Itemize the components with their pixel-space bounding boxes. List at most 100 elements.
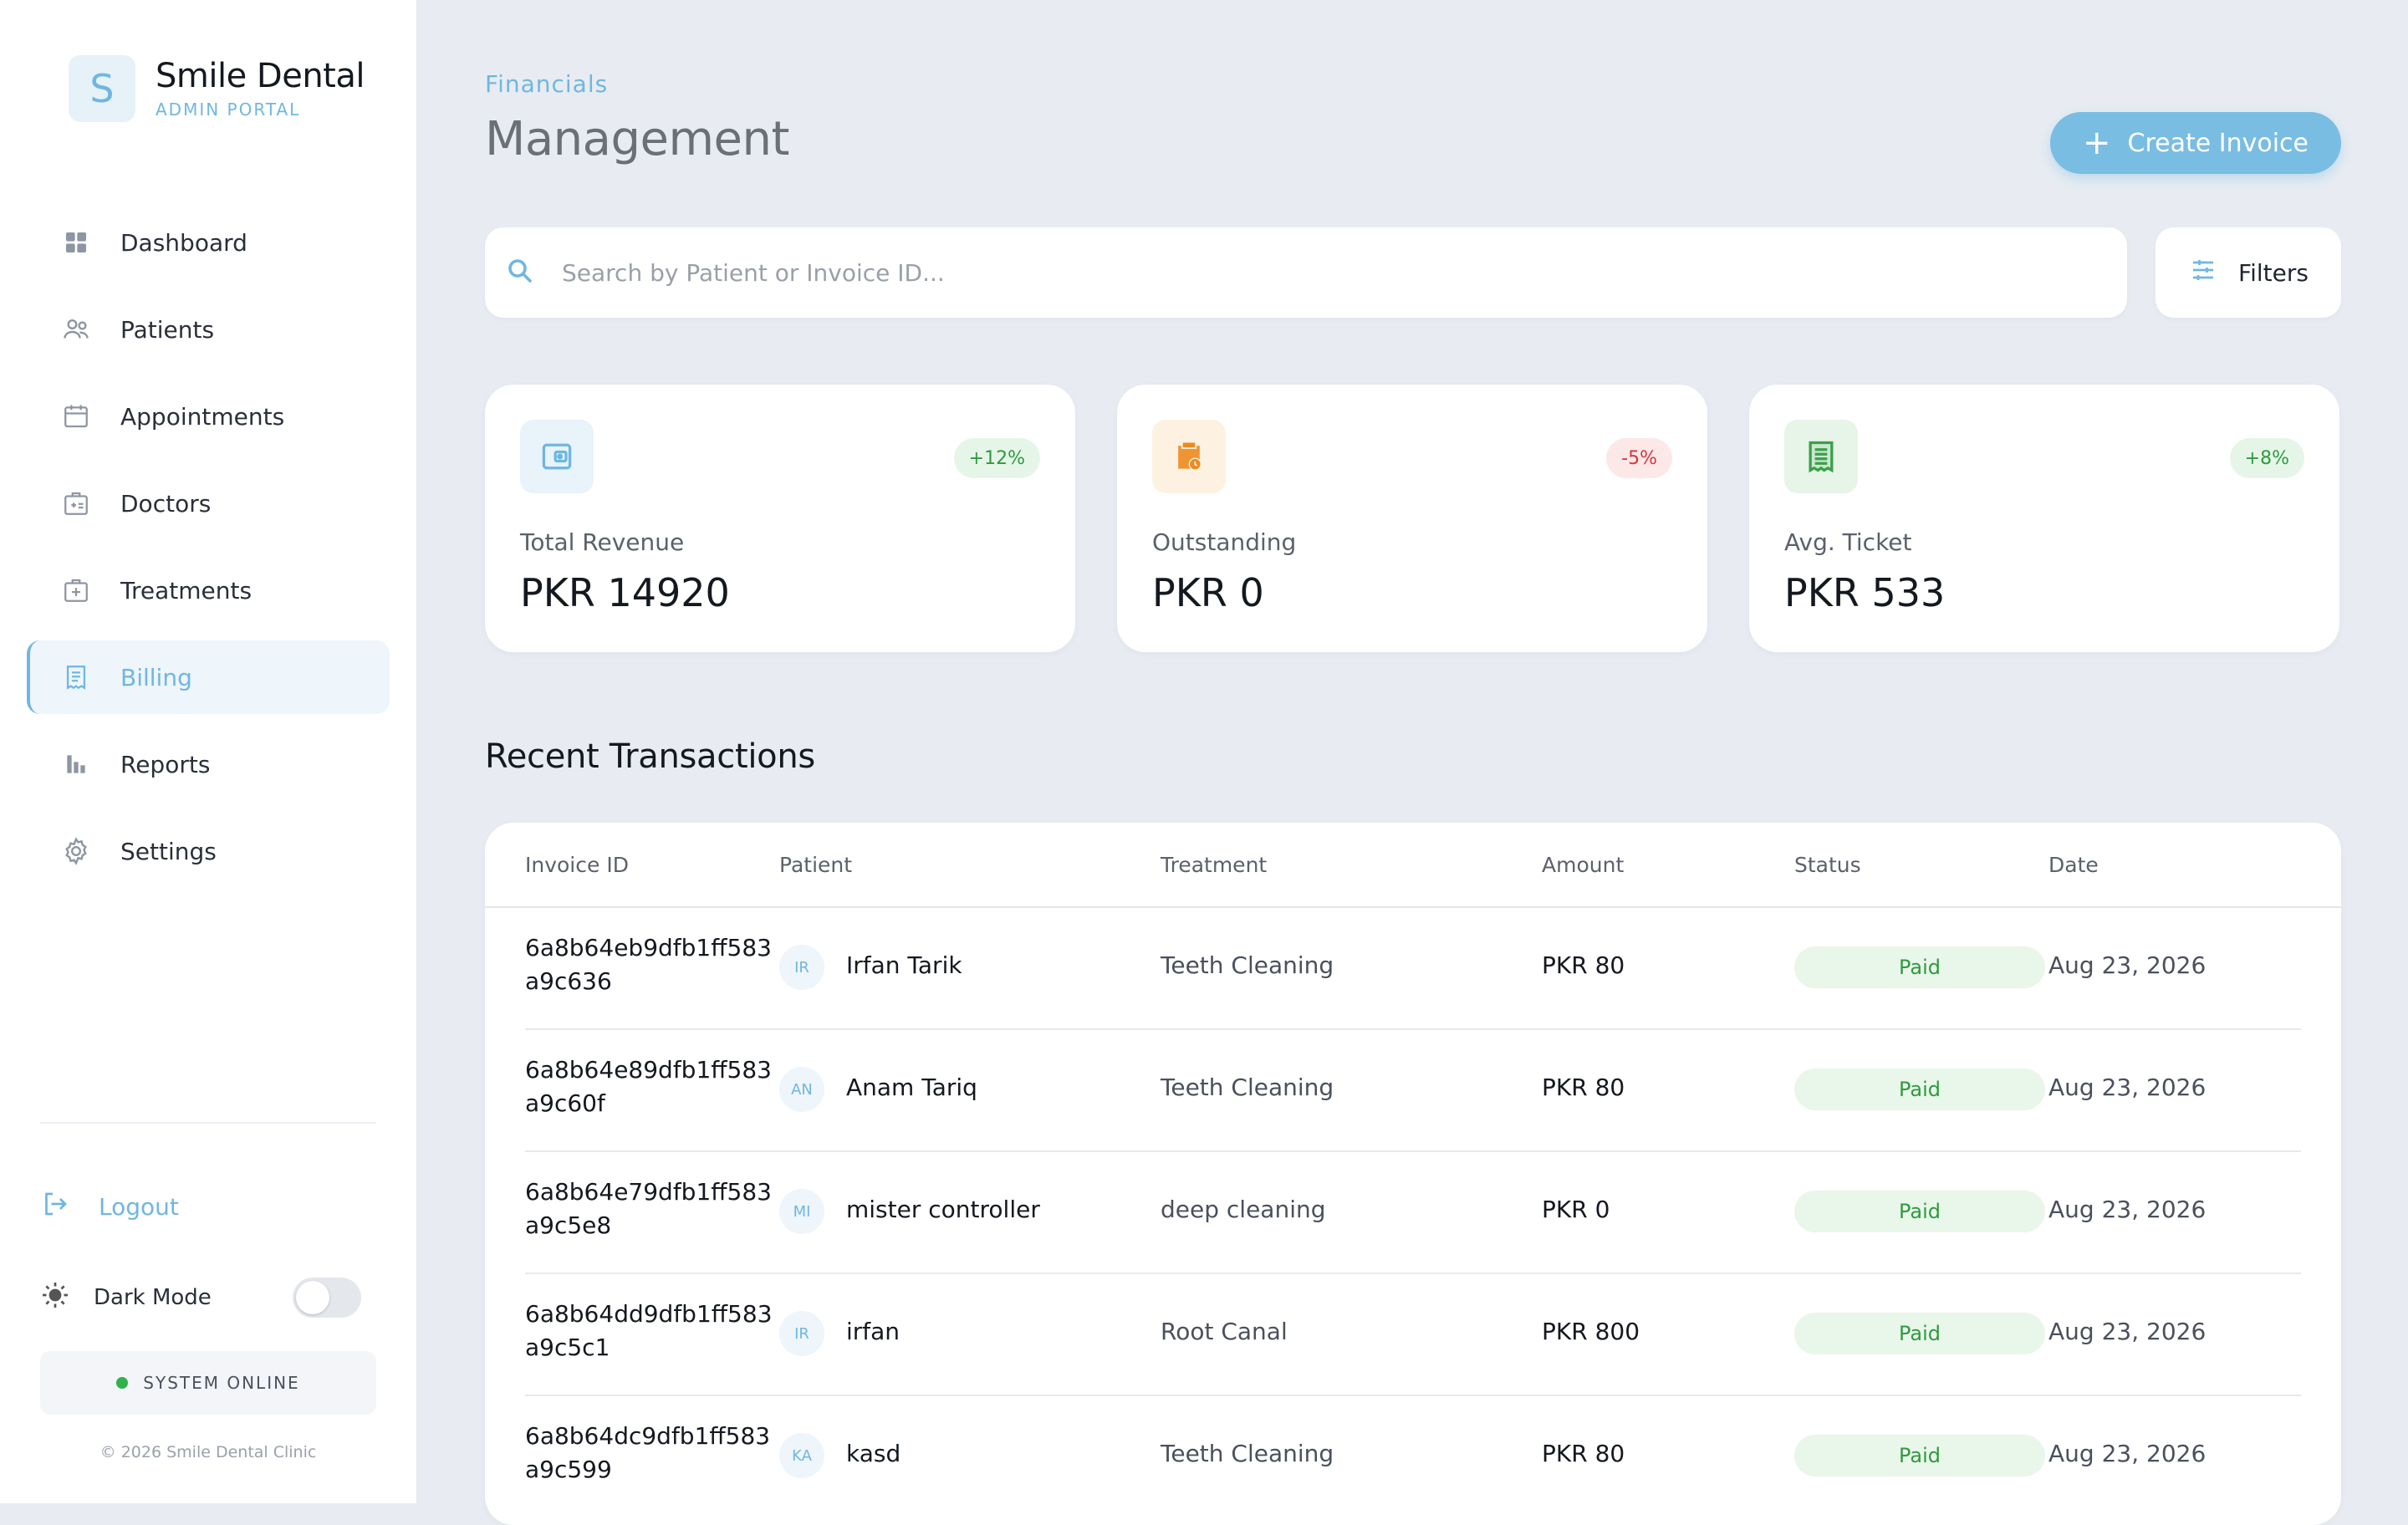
- stat-value: PKR 14920: [520, 570, 730, 615]
- treatment: Teeth Cleaning: [1161, 1074, 1334, 1101]
- status-badge: Paid: [1794, 1313, 2045, 1354]
- filters-label: Filters: [2238, 258, 2309, 287]
- invoice-id: 6a8b64dc9dfb1ff583a9c599: [525, 1422, 771, 1483]
- table-row[interactable]: 6a8b64dd9dfb1ff583a9c5c1 IR irfan Root C…: [525, 1273, 2301, 1396]
- brand[interactable]: S Smile Dental ADMIN PORTAL: [69, 55, 365, 122]
- doctor-badge-icon: [60, 487, 92, 519]
- logout-icon: [40, 1189, 70, 1225]
- status-badge: Paid: [1794, 946, 2045, 988]
- search-icon: [505, 256, 535, 289]
- column-header[interactable]: Status: [1794, 853, 1861, 877]
- grid-icon: [60, 227, 92, 258]
- page-title: Management: [485, 112, 789, 166]
- table-row[interactable]: 6a8b64e79dfb1ff583a9c5e8 MI mister contr…: [525, 1150, 2301, 1274]
- table-row[interactable]: 6a8b64dc9dfb1ff583a9c599 KA kasd Teeth C…: [525, 1395, 2301, 1517]
- sidebar-item-settings[interactable]: Settings: [27, 814, 390, 888]
- status-badge: Paid: [1794, 1191, 2045, 1232]
- gear-icon: [60, 835, 92, 867]
- patient-name: mister controller: [846, 1196, 1040, 1223]
- avatar: AN: [779, 1067, 824, 1112]
- amount: PKR 800: [1542, 1318, 1640, 1345]
- sidebar-item-label: Reports: [120, 750, 211, 778]
- amount: PKR 80: [1542, 951, 1625, 979]
- table-row[interactable]: 6a8b64e89dfb1ff583a9c60f AN Anam Tariq T…: [525, 1028, 2301, 1152]
- dark-mode-toggle[interactable]: [293, 1278, 361, 1318]
- transactions-table: Invoice ID Patient Treatment Amount Stat…: [485, 823, 2341, 1525]
- amount: PKR 80: [1542, 1074, 1625, 1101]
- sidebar-item-reports[interactable]: Reports: [27, 727, 390, 801]
- receipt-icon: [60, 661, 92, 693]
- date: Aug 23, 2026: [2048, 1196, 2206, 1223]
- create-invoice-button[interactable]: + Create Invoice: [2050, 112, 2341, 174]
- system-status: SYSTEM ONLINE: [40, 1351, 376, 1415]
- column-header[interactable]: Amount: [1542, 853, 1624, 877]
- date: Aug 23, 2026: [2048, 951, 2206, 979]
- change-badge: +8%: [2229, 438, 2304, 478]
- brand-subtitle: ADMIN PORTAL: [156, 99, 301, 120]
- patient-name: kasd: [846, 1440, 901, 1467]
- avatar: IR: [779, 1311, 824, 1356]
- column-header[interactable]: Invoice ID: [525, 853, 629, 877]
- patient-name: Irfan Tarik: [846, 951, 962, 979]
- calendar-icon: [60, 400, 92, 432]
- sidebar-item-dashboard[interactable]: Dashboard: [27, 206, 390, 279]
- avatar: KA: [779, 1433, 824, 1478]
- receipt-list-icon: [1784, 420, 1858, 493]
- medical-kit-icon: [60, 574, 92, 606]
- clipboard-clock-icon: [1152, 420, 1226, 493]
- sidebar-item-label: Dashboard: [120, 228, 247, 257]
- avatar: MI: [779, 1189, 824, 1234]
- invoice-id: 6a8b64e89dfb1ff583a9c60f: [525, 1056, 772, 1117]
- logout-button[interactable]: Logout: [40, 1189, 179, 1225]
- patient-name: Anam Tariq: [846, 1074, 977, 1101]
- date: Aug 23, 2026: [2048, 1440, 2206, 1467]
- stat-card-outstanding: -5% Outstanding PKR 0: [1117, 385, 1707, 652]
- dark-mode-label: Dark Mode: [94, 1285, 212, 1310]
- copyright: © 2026 Smile Dental Clinic: [99, 1443, 317, 1461]
- column-header[interactable]: Treatment: [1161, 853, 1267, 877]
- sidebar-item-label: Patients: [120, 315, 215, 344]
- invoice-id: 6a8b64eb9dfb1ff583a9c636: [525, 934, 772, 995]
- search-input[interactable]: [560, 258, 2069, 288]
- table-row[interactable]: 6a8b64eb9dfb1ff583a9c636 IR Irfan Tarik …: [525, 906, 2301, 1030]
- brand-name: Smile Dental: [156, 57, 365, 95]
- sidebar-item-doctors[interactable]: Doctors: [27, 467, 390, 540]
- sun-icon: [40, 1280, 70, 1316]
- sidebar-item-patients[interactable]: Patients: [27, 293, 390, 366]
- date: Aug 23, 2026: [2048, 1318, 2206, 1345]
- invoice-id: 6a8b64e79dfb1ff583a9c5e8: [525, 1178, 772, 1239]
- sidebar-nav: Dashboard Patients Appointments Doctors …: [27, 206, 390, 901]
- stat-label: Outstanding: [1152, 528, 1297, 556]
- stat-label: Total Revenue: [520, 528, 685, 556]
- search-bar: [485, 227, 2127, 318]
- users-icon: [60, 314, 92, 345]
- filters-button[interactable]: Filters: [2155, 227, 2341, 318]
- patient-name: irfan: [846, 1318, 900, 1345]
- change-badge: -5%: [1606, 438, 1672, 478]
- invoice-id: 6a8b64dd9dfb1ff583a9c5c1: [525, 1300, 773, 1361]
- sidebar-item-treatments[interactable]: Treatments: [27, 553, 390, 627]
- sidebar-item-label: Settings: [120, 837, 217, 865]
- sidebar-item-label: Appointments: [120, 402, 285, 431]
- status-badge: Paid: [1794, 1435, 2045, 1477]
- section-title: Recent Transactions: [485, 737, 815, 776]
- sidebar-item-label: Treatments: [120, 576, 253, 604]
- date: Aug 23, 2026: [2048, 1074, 2206, 1101]
- toggle-knob: [296, 1281, 329, 1314]
- sidebar-item-appointments[interactable]: Appointments: [27, 380, 390, 453]
- create-invoice-label: Create Invoice: [2127, 128, 2309, 158]
- sidebar-item-billing[interactable]: Billing: [27, 640, 390, 714]
- stat-value: PKR 0: [1152, 570, 1264, 615]
- stat-card-avg-ticket: +8% Avg. Ticket PKR 533: [1749, 385, 2339, 652]
- stat-card-total-revenue: +12% Total Revenue PKR 14920: [485, 385, 1075, 652]
- wallet-icon: [520, 420, 594, 493]
- column-header[interactable]: Date: [2048, 853, 2099, 877]
- breadcrumb[interactable]: Financials: [485, 70, 608, 98]
- sidebar-item-label: Billing: [120, 663, 192, 691]
- system-status-label: SYSTEM ONLINE: [143, 1373, 300, 1393]
- sliders-icon: [2188, 255, 2218, 291]
- column-header[interactable]: Patient: [779, 853, 852, 877]
- stat-value: PKR 533: [1784, 570, 1946, 615]
- sidebar: S Smile Dental ADMIN PORTAL Dashboard Pa…: [0, 0, 417, 1503]
- status-badge: Paid: [1794, 1069, 2045, 1110]
